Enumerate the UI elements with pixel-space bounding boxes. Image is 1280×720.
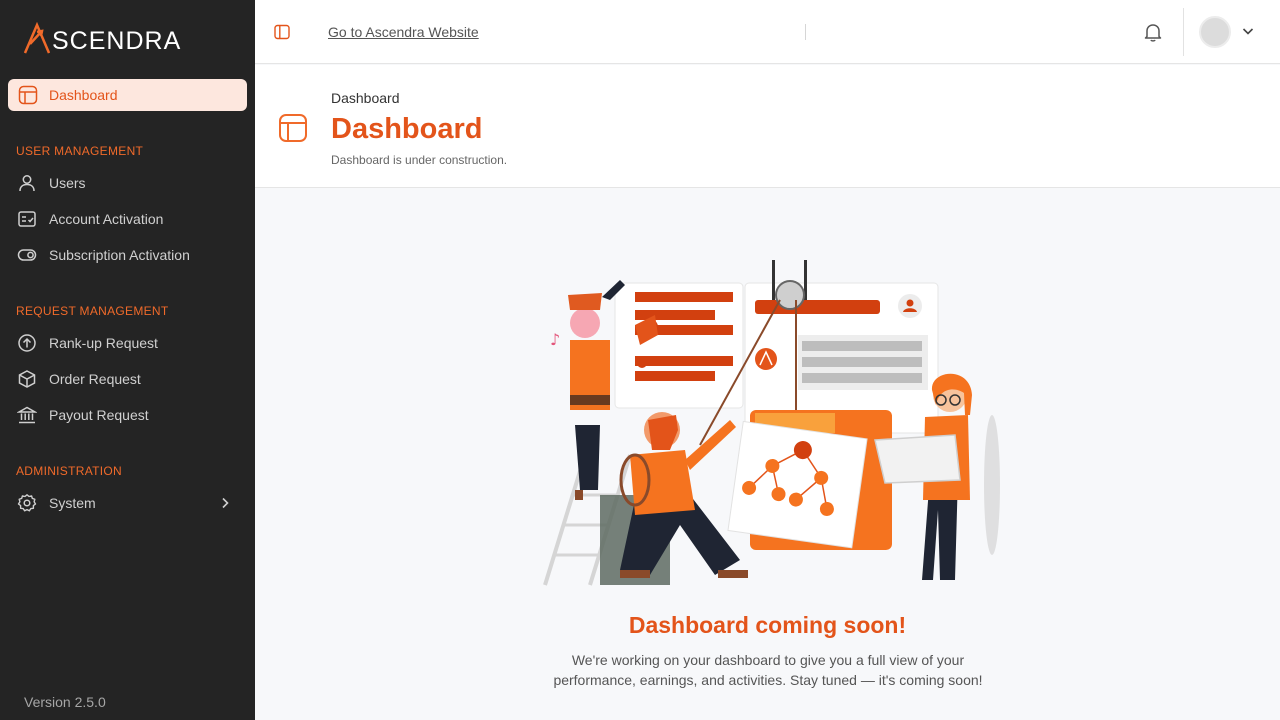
sidebar-item-label: Payout Request — [49, 407, 149, 423]
page-subtitle: Dashboard is under construction. — [331, 153, 508, 167]
sidebar-item-label: Dashboard — [49, 87, 118, 103]
bank-icon — [16, 404, 38, 426]
breadcrumb[interactable]: Dashboard — [331, 90, 400, 106]
brand-name: SCENDRA — [52, 27, 182, 55]
dashboard-icon — [18, 85, 38, 105]
brand-logo[interactable]: SCENDRA — [24, 18, 181, 54]
page-title: Dashboard — [331, 113, 483, 145]
section-title-request-management: REQUEST MANAGEMENT — [16, 304, 169, 318]
logo-a-icon — [24, 22, 50, 54]
coming-soon-message: We're working on your dashboard to give … — [553, 652, 983, 688]
user-icon — [16, 172, 38, 194]
sidebar-item-subscription-activation[interactable]: Subscription Activation — [16, 240, 246, 270]
divider — [1183, 8, 1184, 56]
dashboard-icon — [278, 113, 308, 143]
sidebar-item-order-request[interactable]: Order Request — [16, 364, 246, 394]
sidebar-item-label: Account Activation — [49, 211, 164, 227]
sidebar-item-label: Order Request — [49, 371, 141, 387]
arrow-up-circle-icon — [16, 332, 38, 354]
box-icon — [16, 368, 38, 390]
topbar: Go to Ascendra Website — [255, 0, 1280, 64]
section-title-administration: ADMINISTRATION — [16, 464, 122, 478]
app-version: Version 2.5.0 — [24, 694, 106, 710]
toggle-icon — [16, 244, 38, 266]
sidebar-item-users[interactable]: Users — [16, 168, 246, 198]
sidebar-item-dashboard[interactable]: Dashboard — [8, 79, 247, 111]
divider — [805, 24, 806, 40]
sidebar-item-system[interactable]: System — [16, 488, 246, 518]
website-link[interactable]: Go to Ascendra Website — [328, 24, 479, 40]
sidebar-item-rank-up-request[interactable]: Rank-up Request — [16, 328, 246, 358]
sidebar-item-payout-request[interactable]: Payout Request — [16, 400, 246, 430]
coming-soon-title: Dashboard coming soon! — [628, 612, 907, 638]
sidebar-item-label: Rank-up Request — [49, 335, 158, 351]
under-construction-illustration: ♪ — [540, 255, 1000, 590]
section-title-user-management: USER MANAGEMENT — [16, 144, 144, 158]
bell-icon[interactable] — [1142, 21, 1164, 43]
page-header: Dashboard Dashboard Dashboard is under c… — [255, 65, 1280, 188]
sidebar: SCENDRA Dashboard USER MANAGEMENT Users … — [0, 0, 255, 720]
gear-icon — [16, 492, 38, 514]
sidebar-item-label: System — [49, 495, 96, 511]
svg-text:♪: ♪ — [550, 330, 560, 349]
sidebar-item-account-activation[interactable]: Account Activation — [16, 204, 246, 234]
avatar[interactable] — [1199, 16, 1231, 48]
sidebar-item-label: Users — [49, 175, 86, 191]
checklist-icon — [16, 208, 38, 230]
sidebar-toggle-icon[interactable] — [274, 24, 290, 40]
sidebar-item-label: Subscription Activation — [49, 247, 190, 263]
chevron-right-icon — [218, 496, 232, 513]
chevron-down-icon[interactable] — [1241, 24, 1255, 38]
